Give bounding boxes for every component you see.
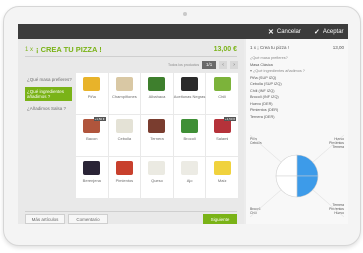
cancel-label: Cancelar bbox=[276, 28, 301, 35]
ingredient-card[interactable]: Ternera bbox=[141, 115, 173, 156]
check-icon: ✓ bbox=[314, 28, 320, 36]
ingredient-image bbox=[83, 119, 101, 133]
ingredient-card[interactable]: Cebolla bbox=[108, 115, 141, 156]
ingredient-image bbox=[181, 119, 199, 133]
ingredient-name: Ajo bbox=[186, 178, 193, 183]
pager-page: 1/1 bbox=[202, 60, 217, 69]
summary-price: 13,00 bbox=[332, 45, 344, 50]
pie-top-left[interactable] bbox=[275, 154, 298, 177]
title-divider bbox=[25, 56, 237, 57]
ingredient-image bbox=[148, 161, 166, 175]
pizza-pie bbox=[250, 135, 344, 217]
camera-dot bbox=[183, 12, 187, 16]
ingredient-name: Albahaca bbox=[148, 94, 166, 99]
ingredient-name: Queso bbox=[151, 178, 163, 183]
ingredient-image bbox=[181, 77, 199, 91]
pie-bottom-right[interactable] bbox=[296, 175, 319, 198]
ingredient-name: Cebolla bbox=[117, 136, 132, 141]
ingredient-image bbox=[213, 77, 231, 91]
ingredient-card[interactable]: Maíz bbox=[206, 157, 238, 198]
pager-prev-button[interactable]: ‹ bbox=[219, 60, 228, 69]
ingredient-card[interactable]: Queso bbox=[141, 157, 173, 198]
ingredient-card[interactable]: Salami +1,50 € bbox=[206, 115, 238, 156]
pizza-diagram: Piña Cebolla Huevo Pimientos Ternera Bro… bbox=[250, 135, 344, 217]
pager-label: Todos los productos bbox=[168, 62, 200, 67]
accept-button[interactable]: ✓ Aceptar bbox=[314, 27, 344, 36]
ingredient-card[interactable]: Champiñones bbox=[108, 73, 141, 114]
ingredient-card[interactable]: Brocoli bbox=[173, 115, 206, 156]
step-ingredients[interactable]: ¿Qué ingredientes añadimos ? bbox=[25, 87, 72, 101]
ingredient-card[interactable]: Pimientos bbox=[108, 157, 141, 198]
summary-title: 1 x ¡ Crea tu pizza ! bbox=[250, 45, 290, 50]
product-title: ¡ CREA TU PIZZA ! bbox=[36, 45, 102, 54]
ingredient-price-tag: +1,50 € bbox=[223, 117, 236, 121]
step-list: ¿Qué masa prefieres? ¿Qué ingredientes a… bbox=[25, 73, 72, 116]
ingredient-name: Chili bbox=[218, 94, 227, 99]
ingredient-name: Brocoli bbox=[183, 136, 196, 141]
next-button[interactable]: Siguiente bbox=[203, 214, 237, 224]
accept-label: Aceptar bbox=[322, 28, 344, 35]
ingredient-image bbox=[83, 161, 101, 175]
ingredient-image bbox=[213, 161, 231, 175]
ingredient-image bbox=[181, 161, 199, 175]
ingredient-image bbox=[83, 77, 101, 91]
ingredient-image bbox=[115, 119, 133, 133]
more-items-button[interactable]: Más artículos bbox=[25, 214, 65, 224]
ingredient-card[interactable]: Chili bbox=[206, 73, 238, 114]
ingredient-name: Berenjena bbox=[82, 178, 101, 183]
ingredient-name: Pimientos bbox=[115, 178, 134, 183]
ingredient-image bbox=[213, 119, 231, 133]
ingredient-name: Champiñones bbox=[112, 94, 137, 99]
product-qty: 1 x bbox=[25, 46, 34, 53]
ingredient-name: Maíz bbox=[217, 178, 227, 183]
ingredient-image bbox=[148, 77, 166, 91]
pie-quadrants[interactable] bbox=[275, 154, 319, 198]
builder-panel: 1 x ¡ CREA TU PIZZA ! 13,00 € Todos los … bbox=[18, 39, 244, 224]
ingredient-card[interactable]: Ajo bbox=[173, 157, 206, 198]
order-summary-panel: 1 x ¡ Crea tu pizza ! 13,00 ¿Qué masa pr… bbox=[246, 39, 348, 224]
ingredient-card[interactable]: Aceitunas Negras bbox=[173, 73, 206, 114]
ingredient-image bbox=[115, 77, 133, 91]
pie-top-right[interactable] bbox=[296, 154, 319, 177]
pager-next-button[interactable]: › bbox=[230, 60, 239, 69]
ingredient-name: Aceitunas Negras bbox=[173, 94, 206, 99]
close-icon: ✕ bbox=[268, 28, 274, 36]
ingredient-image bbox=[148, 119, 166, 133]
ingredient-card[interactable]: Bacon +1,50 € bbox=[76, 115, 108, 156]
ingredient-name: Piña bbox=[87, 94, 96, 99]
pie-bottom-left[interactable] bbox=[275, 175, 298, 198]
bottom-divider bbox=[25, 211, 237, 212]
summary-row: Ternera (DER) bbox=[250, 114, 275, 119]
step-dough[interactable]: ¿Qué masa prefieres? bbox=[25, 73, 72, 86]
ingredient-card[interactable]: Berenjena bbox=[76, 157, 108, 198]
ingredient-card[interactable]: Albahaca bbox=[141, 73, 173, 114]
ingredient-price-tag: +1,50 € bbox=[93, 117, 106, 121]
ingredient-name: Salami bbox=[216, 136, 229, 141]
comment-button[interactable]: Comentario bbox=[68, 214, 108, 224]
ingredient-name: Bacon bbox=[86, 136, 98, 141]
app-screen: ✕ Cancelar ✓ Aceptar 1 x ¡ CREA TU PIZZA… bbox=[18, 24, 348, 224]
product-title-row: 1 x ¡ CREA TU PIZZA ! 13,00 € bbox=[25, 44, 237, 55]
ingredient-image bbox=[115, 161, 133, 175]
top-bar: ✕ Cancelar ✓ Aceptar bbox=[18, 24, 348, 39]
ingredient-name: Ternera bbox=[150, 136, 164, 141]
ingredient-card[interactable]: Piña bbox=[76, 73, 108, 114]
ingredient-grid: Piña Champiñones Albahaca Aceitunas Negras C… bbox=[76, 73, 238, 198]
step-sauce[interactable]: ¿Añadimos Salsa ? bbox=[25, 102, 72, 115]
cancel-button[interactable]: ✕ Cancelar bbox=[268, 27, 301, 36]
pager: Todos los productos 1/1 ‹ › bbox=[168, 60, 239, 69]
summary-list: ¿Qué masa prefieres? Masa Clásica ▾ ¿Qué i… bbox=[250, 55, 344, 120]
product-price: 13,00 € bbox=[213, 46, 237, 53]
